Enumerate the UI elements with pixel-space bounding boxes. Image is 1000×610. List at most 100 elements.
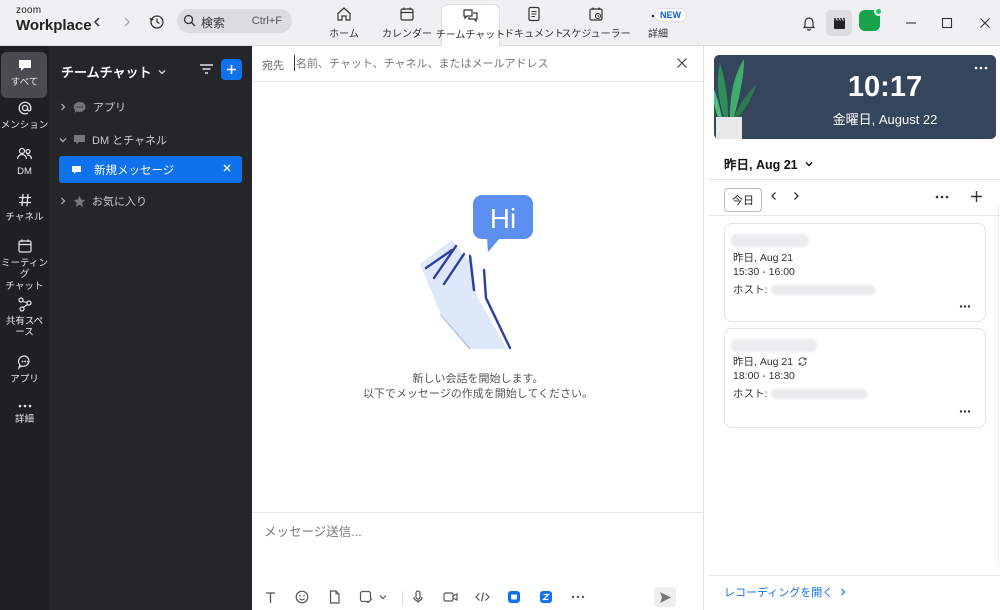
- tab-documents-label: ドキュメント: [504, 29, 564, 40]
- attach-file-button[interactable]: [324, 587, 344, 607]
- rail-item-more-label: 詳細: [14, 414, 34, 425]
- calendar-event-2[interactable]: 昨日, Aug 21 18:00 - 18:30 ホスト:: [724, 328, 986, 428]
- tab-calendar[interactable]: カレンダー: [378, 4, 436, 46]
- calendar-date-header-text: 昨日, Aug 21: [724, 158, 798, 172]
- maximize-button[interactable]: [934, 10, 960, 36]
- history-button[interactable]: [147, 12, 167, 32]
- chat-sidebar: チームチャット アプリ DM とチャネル 新規メッセージ お気に入り: [49, 46, 252, 610]
- sidebar-section-dm-channels[interactable]: DM とチャネル: [59, 130, 167, 150]
- event-2-time: 18:00 - 18:30: [733, 370, 795, 382]
- tab-home[interactable]: ホーム: [318, 4, 370, 46]
- calendar-date-header[interactable]: 昨日, Aug 21: [724, 154, 814, 173]
- calendar-more-button[interactable]: [935, 194, 949, 200]
- clock-more-button[interactable]: [974, 65, 988, 71]
- previous-day-button[interactable]: [769, 191, 779, 201]
- tab-documents[interactable]: ドキュメント: [504, 4, 564, 46]
- forward-button[interactable]: [117, 12, 137, 32]
- chevron-down-icon: [159, 69, 166, 74]
- host-name-redacted: [771, 284, 877, 295]
- message-input[interactable]: [264, 521, 684, 543]
- rail-item-shared-spaces-label: 共有スペース: [5, 316, 44, 339]
- screenshot-icon: [359, 590, 373, 603]
- open-recordings-link-text: レコーディングを開く: [724, 587, 834, 599]
- meeting-chat-icon: [17, 239, 32, 253]
- top-bar: zoom Workplace 検索 Ctrl+F ホーム カレンダー チームチャ…: [0, 0, 1000, 47]
- sidebar-section-dm-channels-label: DM とチャネル: [92, 135, 168, 147]
- sidebar-title[interactable]: チームチャット: [61, 62, 167, 81]
- event-1-more-button[interactable]: [959, 304, 971, 309]
- rail-item-meeting-chat[interactable]: ミーティング チャット: [0, 238, 49, 292]
- rail-item-more[interactable]: 詳細: [0, 402, 49, 425]
- chevron-right-icon: [794, 192, 799, 200]
- chevron-left-icon: [93, 17, 100, 27]
- video-message-button[interactable]: [440, 587, 460, 607]
- minimize-button[interactable]: [898, 10, 924, 36]
- avatar[interactable]: [859, 7, 883, 31]
- code-icon: [474, 592, 490, 602]
- search-label: 検索: [201, 16, 226, 30]
- event-2-more-button[interactable]: [959, 409, 971, 414]
- code-snippet-button[interactable]: [472, 587, 492, 607]
- voice-message-button[interactable]: [408, 587, 428, 607]
- rail-item-dm[interactable]: DM: [0, 146, 49, 177]
- tab-team-chat[interactable]: チームチャット: [436, 4, 505, 47]
- screenshot-button[interactable]: [356, 587, 376, 607]
- more-icon: [18, 404, 31, 408]
- zoom-app-button[interactable]: [504, 587, 524, 607]
- compose-area: 宛先 Hi 新しい会話を開始します。 以下でメッセージの作成を開始してください。: [252, 46, 704, 610]
- whiteboard-button[interactable]: [826, 10, 852, 36]
- chevron-left-icon: [771, 192, 776, 200]
- back-button[interactable]: [87, 12, 107, 32]
- close-icon[interactable]: [676, 57, 688, 69]
- tab-scheduler[interactable]: スケジューラー: [561, 4, 631, 46]
- send-button[interactable]: [654, 587, 676, 607]
- add-event-button[interactable]: [970, 190, 983, 203]
- search-box[interactable]: 検索 Ctrl+F: [177, 9, 292, 33]
- notifications-button[interactable]: [796, 10, 822, 36]
- calendar-icon: [400, 7, 414, 21]
- chat-bubbles-icon: [463, 9, 478, 23]
- rail-item-all[interactable]: すべて: [0, 52, 49, 98]
- chevron-right-icon: [61, 197, 66, 205]
- open-recordings-link[interactable]: レコーディングを開く: [724, 584, 847, 600]
- rail-item-apps[interactable]: アプリ: [0, 354, 49, 385]
- panel-scrollbar[interactable]: [998, 206, 999, 566]
- event-1-date: 昨日, Aug 21: [733, 252, 794, 264]
- rail-item-mentions[interactable]: メンション: [0, 100, 49, 131]
- event-title-redacted: [731, 234, 809, 247]
- home-icon: [337, 7, 351, 21]
- recipient-input[interactable]: [296, 54, 656, 74]
- close-window-button[interactable]: [972, 10, 998, 36]
- today-button[interactable]: 今日: [724, 188, 762, 212]
- sidebar-item-new-message[interactable]: 新規メッセージ: [59, 156, 242, 183]
- rail-item-channels[interactable]: チャネル: [0, 192, 49, 223]
- calendar-event-1[interactable]: 昨日, Aug 21 15:30 - 16:00 ホスト:: [724, 223, 986, 322]
- chevron-down-icon: [379, 595, 387, 600]
- chevron-right-icon: [61, 103, 66, 111]
- rail-item-channels-label: チャネル: [5, 212, 44, 223]
- screenshot-options-button[interactable]: [376, 587, 390, 607]
- zoom-app2-button[interactable]: [536, 587, 556, 607]
- maximize-icon: [941, 17, 953, 29]
- sidebar-section-apps[interactable]: アプリ: [59, 97, 126, 117]
- empty-state-line1: 新しい会話を開始します。: [412, 373, 544, 385]
- sidebar-section-favorites[interactable]: お気に入り: [59, 191, 147, 211]
- left-rail: すべて メンション DM チャネル ミーティング チャット 共有スペース アプリ…: [0, 46, 49, 610]
- video-icon: [442, 592, 458, 602]
- text-format-button[interactable]: [260, 587, 280, 607]
- rail-item-all-label: すべて: [10, 77, 39, 88]
- event-1-time: 15:30 - 16:00: [733, 266, 795, 278]
- close-icon[interactable]: [222, 163, 232, 173]
- more-icon: [974, 66, 988, 70]
- zoom-workplace-logo: zoom Workplace: [16, 6, 92, 34]
- search-icon: [183, 14, 196, 27]
- next-day-button[interactable]: [791, 191, 801, 201]
- filter-button[interactable]: [199, 62, 214, 76]
- empty-state-line2: 以下でメッセージの作成を開始してください。: [362, 388, 594, 400]
- new-chat-button[interactable]: [221, 59, 242, 80]
- clock-date: 金曜日, August 22: [832, 112, 938, 127]
- emoji-button[interactable]: [292, 587, 312, 607]
- rail-item-shared-spaces[interactable]: 共有スペース: [0, 296, 49, 339]
- more-tools-button[interactable]: [568, 587, 588, 607]
- event-2-date: 昨日, Aug 21: [733, 354, 808, 369]
